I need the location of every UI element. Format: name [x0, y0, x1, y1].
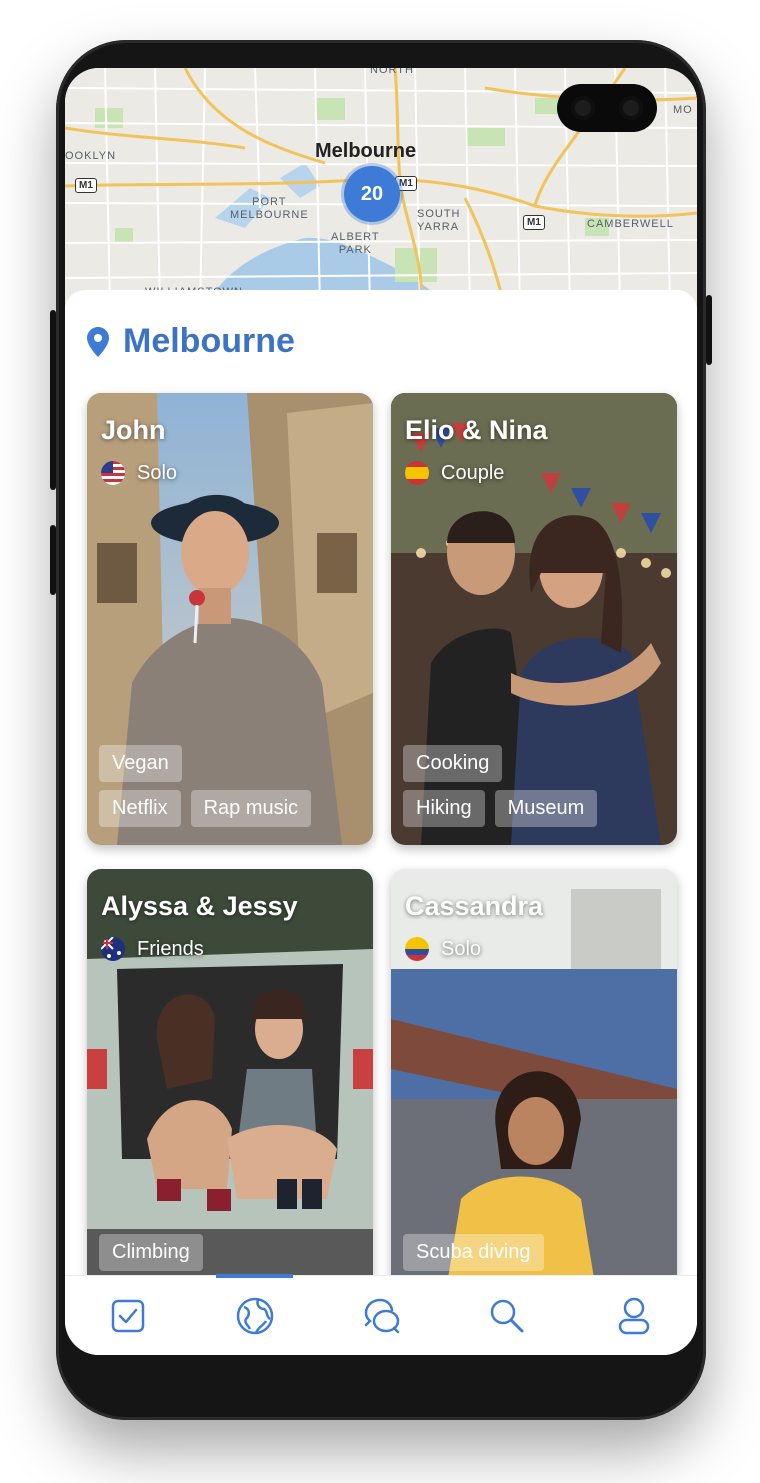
card-name: Elio & Nina	[405, 415, 548, 445]
map-label-north: NORTH	[370, 68, 414, 76]
traveler-card-john[interactable]: John Solo Vegan Netflix Rap music	[87, 393, 373, 845]
card-type-row: Couple	[405, 461, 504, 485]
card-type: Couple	[441, 461, 505, 484]
card-name: Alyssa & Jessy	[101, 891, 298, 921]
location-pin-icon	[87, 326, 109, 357]
interest-tag: Hiking	[403, 790, 485, 827]
map-label-albert-park: ALBERT PARK	[331, 231, 380, 256]
bottom-tab-bar	[65, 1274, 697, 1355]
card-type-row: Solo	[405, 937, 481, 961]
spain-flag-icon	[405, 461, 429, 485]
tab-tasks[interactable]	[65, 1276, 191, 1355]
map-label-camberwell: CAMBERWELL	[587, 218, 674, 230]
location-title: Melbourne	[123, 322, 295, 360]
interest-tag: Climbing	[99, 1234, 203, 1271]
map-label-port-melbourne: PORT MELBOURNE	[230, 196, 309, 221]
map-cluster-marker[interactable]: 20	[344, 166, 400, 222]
card-tags: Vegan Netflix Rap music	[99, 737, 363, 827]
map-label-mo: MO	[673, 104, 693, 116]
interest-tag: Scuba diving	[403, 1234, 544, 1271]
interest-tag: Rap music	[190, 790, 312, 827]
card-type-row: Solo	[101, 461, 177, 485]
road-sign-m1: M1	[523, 215, 545, 230]
power-button	[706, 295, 712, 365]
australia-flag-icon	[101, 937, 125, 961]
card-type: Solo	[441, 937, 482, 960]
search-icon	[491, 1299, 524, 1332]
chat-bubbles-icon	[364, 1298, 400, 1333]
tab-search[interactable]	[444, 1276, 570, 1355]
card-tags: Cooking Hiking Museum	[403, 737, 667, 827]
interest-tag: Netflix	[99, 790, 181, 827]
volume-button	[50, 310, 56, 490]
profile-icon	[618, 1297, 650, 1334]
map-label-brooklyn: OOKLYN	[65, 150, 117, 162]
traveler-card-elio-nina[interactable]: Elio & Nina Couple Cooking Hiking Museum	[391, 393, 677, 845]
card-name: John	[101, 415, 166, 445]
road-sign-m1: M1	[75, 178, 97, 193]
card-type: Friends	[137, 937, 204, 960]
traveler-card-alyssa-jessy[interactable]: Alyssa & Jessy Friends Climbing	[87, 869, 373, 1321]
us-flag-icon	[101, 461, 125, 485]
card-name: Cassandra	[405, 891, 544, 921]
card-tags: Scuba diving	[403, 1226, 667, 1271]
map-view[interactable]: NORTH OOKLYN Melbourne PORT MELBOURNE SO…	[65, 68, 697, 308]
tab-explore[interactable]	[191, 1274, 317, 1355]
globe-icon	[236, 1297, 273, 1334]
checkbox-icon	[111, 1299, 145, 1332]
card-type-row: Friends	[101, 937, 204, 961]
map-city-label: Melbourne	[315, 140, 417, 162]
tab-profile[interactable]	[571, 1276, 697, 1355]
card-type: Solo	[137, 461, 178, 484]
colombia-flag-icon	[405, 937, 429, 961]
bixby-button	[50, 525, 56, 595]
card-tags: Climbing	[99, 1226, 363, 1271]
interest-tag: Cooking	[403, 745, 503, 782]
results-sheet: Melbourne John Solo Vegan Netflix Rap mu…	[65, 290, 697, 1321]
location-header: Melbourne	[87, 322, 295, 361]
tab-messages[interactable]	[318, 1276, 444, 1355]
interest-tag: Museum	[494, 790, 598, 827]
map-label-south-yarra: SOUTH YARRA	[417, 208, 461, 233]
interest-tag: Vegan	[99, 745, 182, 782]
traveler-card-cassandra[interactable]: Cassandra Solo Scuba diving	[391, 869, 677, 1321]
front-camera	[557, 84, 657, 132]
app-screen: NORTH OOKLYN Melbourne PORT MELBOURNE SO…	[65, 68, 697, 1355]
